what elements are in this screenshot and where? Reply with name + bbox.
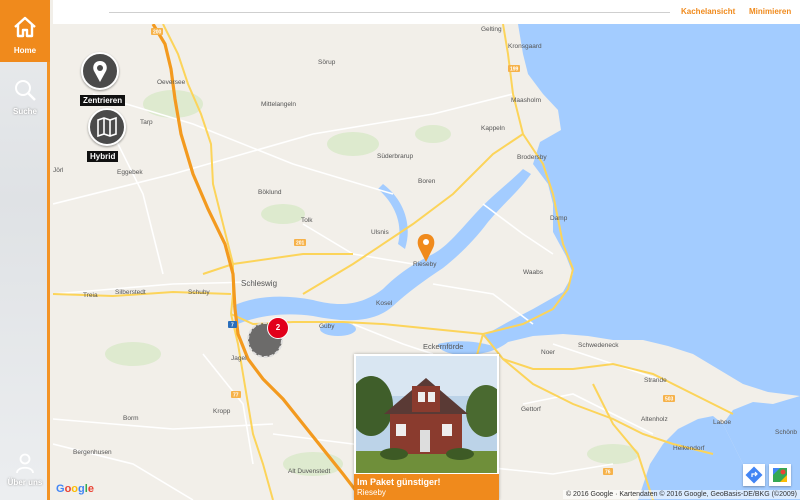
svg-text:7: 7 xyxy=(231,323,234,329)
top-bar: Kachelansicht Minimieren xyxy=(53,0,800,24)
svg-text:Gelting: Gelting xyxy=(481,26,502,33)
svg-text:Damp: Damp xyxy=(550,215,568,222)
sidebar-item-label: Über uns xyxy=(7,478,43,487)
home-icon xyxy=(14,16,36,38)
svg-text:Borm: Borm xyxy=(123,415,139,422)
svg-text:Treia: Treia xyxy=(83,292,98,299)
hybrid-button[interactable]: Hybrid xyxy=(87,108,127,164)
svg-text:Jagel: Jagel xyxy=(231,355,247,362)
svg-text:Süderbrarup: Süderbrarup xyxy=(377,153,414,160)
svg-text:Schleswig: Schleswig xyxy=(241,279,277,288)
svg-text:Strande: Strande xyxy=(644,377,667,384)
svg-text:Böklund: Böklund xyxy=(258,189,282,196)
center-button-label: Zentrieren xyxy=(80,95,126,106)
sidebar-item-home[interactable]: Home xyxy=(0,0,50,62)
cluster-count: 2 xyxy=(275,323,281,332)
google-maps-icon xyxy=(773,468,787,482)
svg-text:Kosel: Kosel xyxy=(376,300,393,307)
cluster-count-badge[interactable]: 2 xyxy=(267,317,289,339)
svg-text:503: 503 xyxy=(665,397,674,403)
search-icon xyxy=(15,80,36,101)
svg-text:Laboe: Laboe xyxy=(713,419,731,426)
google-logo: Google xyxy=(56,483,94,495)
listing-location: Rieseby xyxy=(357,488,386,497)
sidebar: Home Suche Über uns xyxy=(0,0,50,500)
svg-text:Jörl: Jörl xyxy=(53,167,64,174)
svg-text:Kropp: Kropp xyxy=(213,408,231,415)
tile-view-link[interactable]: Kachelansicht xyxy=(681,7,735,16)
svg-text:Kronsgaard: Kronsgaard xyxy=(508,43,542,50)
listing-caption[interactable]: Im Paket günstiger! Rieseby xyxy=(354,474,499,500)
svg-text:Noer: Noer xyxy=(541,349,556,356)
location-pin-icon xyxy=(81,52,119,90)
svg-text:Gettorf: Gettorf xyxy=(521,406,541,413)
svg-text:Boren: Boren xyxy=(418,178,436,185)
svg-text:Waabs: Waabs xyxy=(523,269,544,276)
sidebar-item-label: Suche xyxy=(12,107,37,116)
svg-text:76: 76 xyxy=(605,470,611,476)
map-attribution: © 2016 Google · Kartendaten © 2016 Googl… xyxy=(562,490,800,499)
svg-text:Güby: Güby xyxy=(319,323,335,330)
svg-text:200: 200 xyxy=(153,30,162,36)
svg-text:Sörup: Sörup xyxy=(318,59,336,66)
svg-text:Schuby: Schuby xyxy=(188,289,210,296)
svg-text:Rieseby: Rieseby xyxy=(413,261,437,268)
map-icon xyxy=(88,108,126,146)
listing-title: Im Paket günstiger! xyxy=(357,477,441,487)
svg-text:Altenholz: Altenholz xyxy=(641,416,668,423)
center-button[interactable]: Zentrieren xyxy=(80,52,126,108)
svg-text:Bergenhusen: Bergenhusen xyxy=(73,449,112,456)
svg-text:199: 199 xyxy=(510,67,519,73)
map[interactable]: 200 199 201 7 77 503 76 Gelting Kronsgaa… xyxy=(53,24,800,500)
sidebar-item-search[interactable]: Suche xyxy=(0,76,50,120)
svg-text:Silberstedt: Silberstedt xyxy=(115,289,146,296)
sidebar-item-label: Home xyxy=(13,46,37,55)
svg-text:Maasholm: Maasholm xyxy=(511,97,541,104)
svg-text:Eggebek: Eggebek xyxy=(117,169,143,176)
svg-text:Tolk: Tolk xyxy=(301,217,313,224)
directions-icon xyxy=(745,466,763,484)
svg-text:77: 77 xyxy=(233,393,239,399)
user-icon xyxy=(16,453,34,474)
hybrid-button-label: Hybrid xyxy=(87,151,119,162)
svg-text:Alt Duvenstedt: Alt Duvenstedt xyxy=(288,468,330,475)
svg-text:Heikendorf: Heikendorf xyxy=(673,445,705,452)
svg-text:Oeversee: Oeversee xyxy=(157,79,186,86)
listing-popup[interactable]: Im Paket günstiger! Rieseby xyxy=(354,354,499,500)
listing-photo[interactable] xyxy=(356,356,497,473)
svg-text:Mittelangeln: Mittelangeln xyxy=(261,101,296,108)
svg-text:Schwedeneck: Schwedeneck xyxy=(578,342,619,349)
svg-text:Eckernförde: Eckernförde xyxy=(423,342,463,351)
directions-button[interactable] xyxy=(743,464,765,486)
sidebar-item-about[interactable]: Über uns xyxy=(0,450,50,490)
divider xyxy=(109,12,670,13)
svg-text:Schönb: Schönb xyxy=(775,429,797,436)
svg-text:Tarp: Tarp xyxy=(140,119,153,126)
svg-text:Brodersby: Brodersby xyxy=(517,154,547,161)
svg-text:Ulsnis: Ulsnis xyxy=(371,229,389,236)
google-maps-button[interactable] xyxy=(769,464,791,486)
minimize-link[interactable]: Minimieren xyxy=(749,7,791,16)
svg-text:Kappeln: Kappeln xyxy=(481,125,505,132)
svg-text:201: 201 xyxy=(296,241,305,247)
